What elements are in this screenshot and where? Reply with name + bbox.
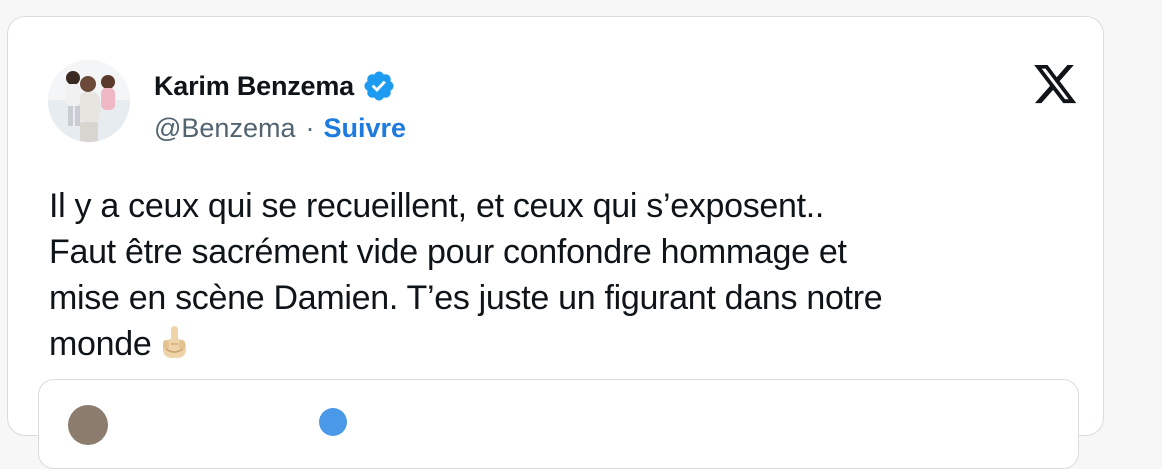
tweet-text-line: monde xyxy=(49,325,152,363)
verified-badge-icon xyxy=(362,69,396,103)
quoted-author-avatar[interactable] xyxy=(68,405,108,445)
quoted-author-name[interactable] xyxy=(127,414,307,430)
tweet-text-line: Il y a ceux qui se recueillent, et ceux … xyxy=(49,187,825,225)
middle-finger-emoji-icon xyxy=(157,325,191,361)
embedded-tweet-card[interactable]: Karim Benzema @Benzema · Suivre Il y a c… xyxy=(7,16,1104,469)
separator-dot: · xyxy=(305,113,315,143)
tweet-text-line: mise en scène Damien. T’es juste un figu… xyxy=(49,279,883,317)
tweet-text-last-line: monde xyxy=(49,321,1079,367)
x-logo-icon[interactable] xyxy=(1034,65,1078,105)
tweet-text-line: Faut être sacrément vide pour confondre … xyxy=(49,233,847,271)
quoted-verified-badge-icon xyxy=(319,408,347,436)
tweet-text: Il y a ceux qui se recueillent, et ceux … xyxy=(49,183,1079,367)
author-name[interactable]: Karim Benzema xyxy=(154,71,354,102)
follow-link[interactable]: Suivre xyxy=(323,113,406,144)
quoted-tweet-card[interactable] xyxy=(38,379,1079,469)
author-avatar[interactable] xyxy=(48,60,130,142)
author-handle[interactable]: @Benzema xyxy=(154,113,295,144)
